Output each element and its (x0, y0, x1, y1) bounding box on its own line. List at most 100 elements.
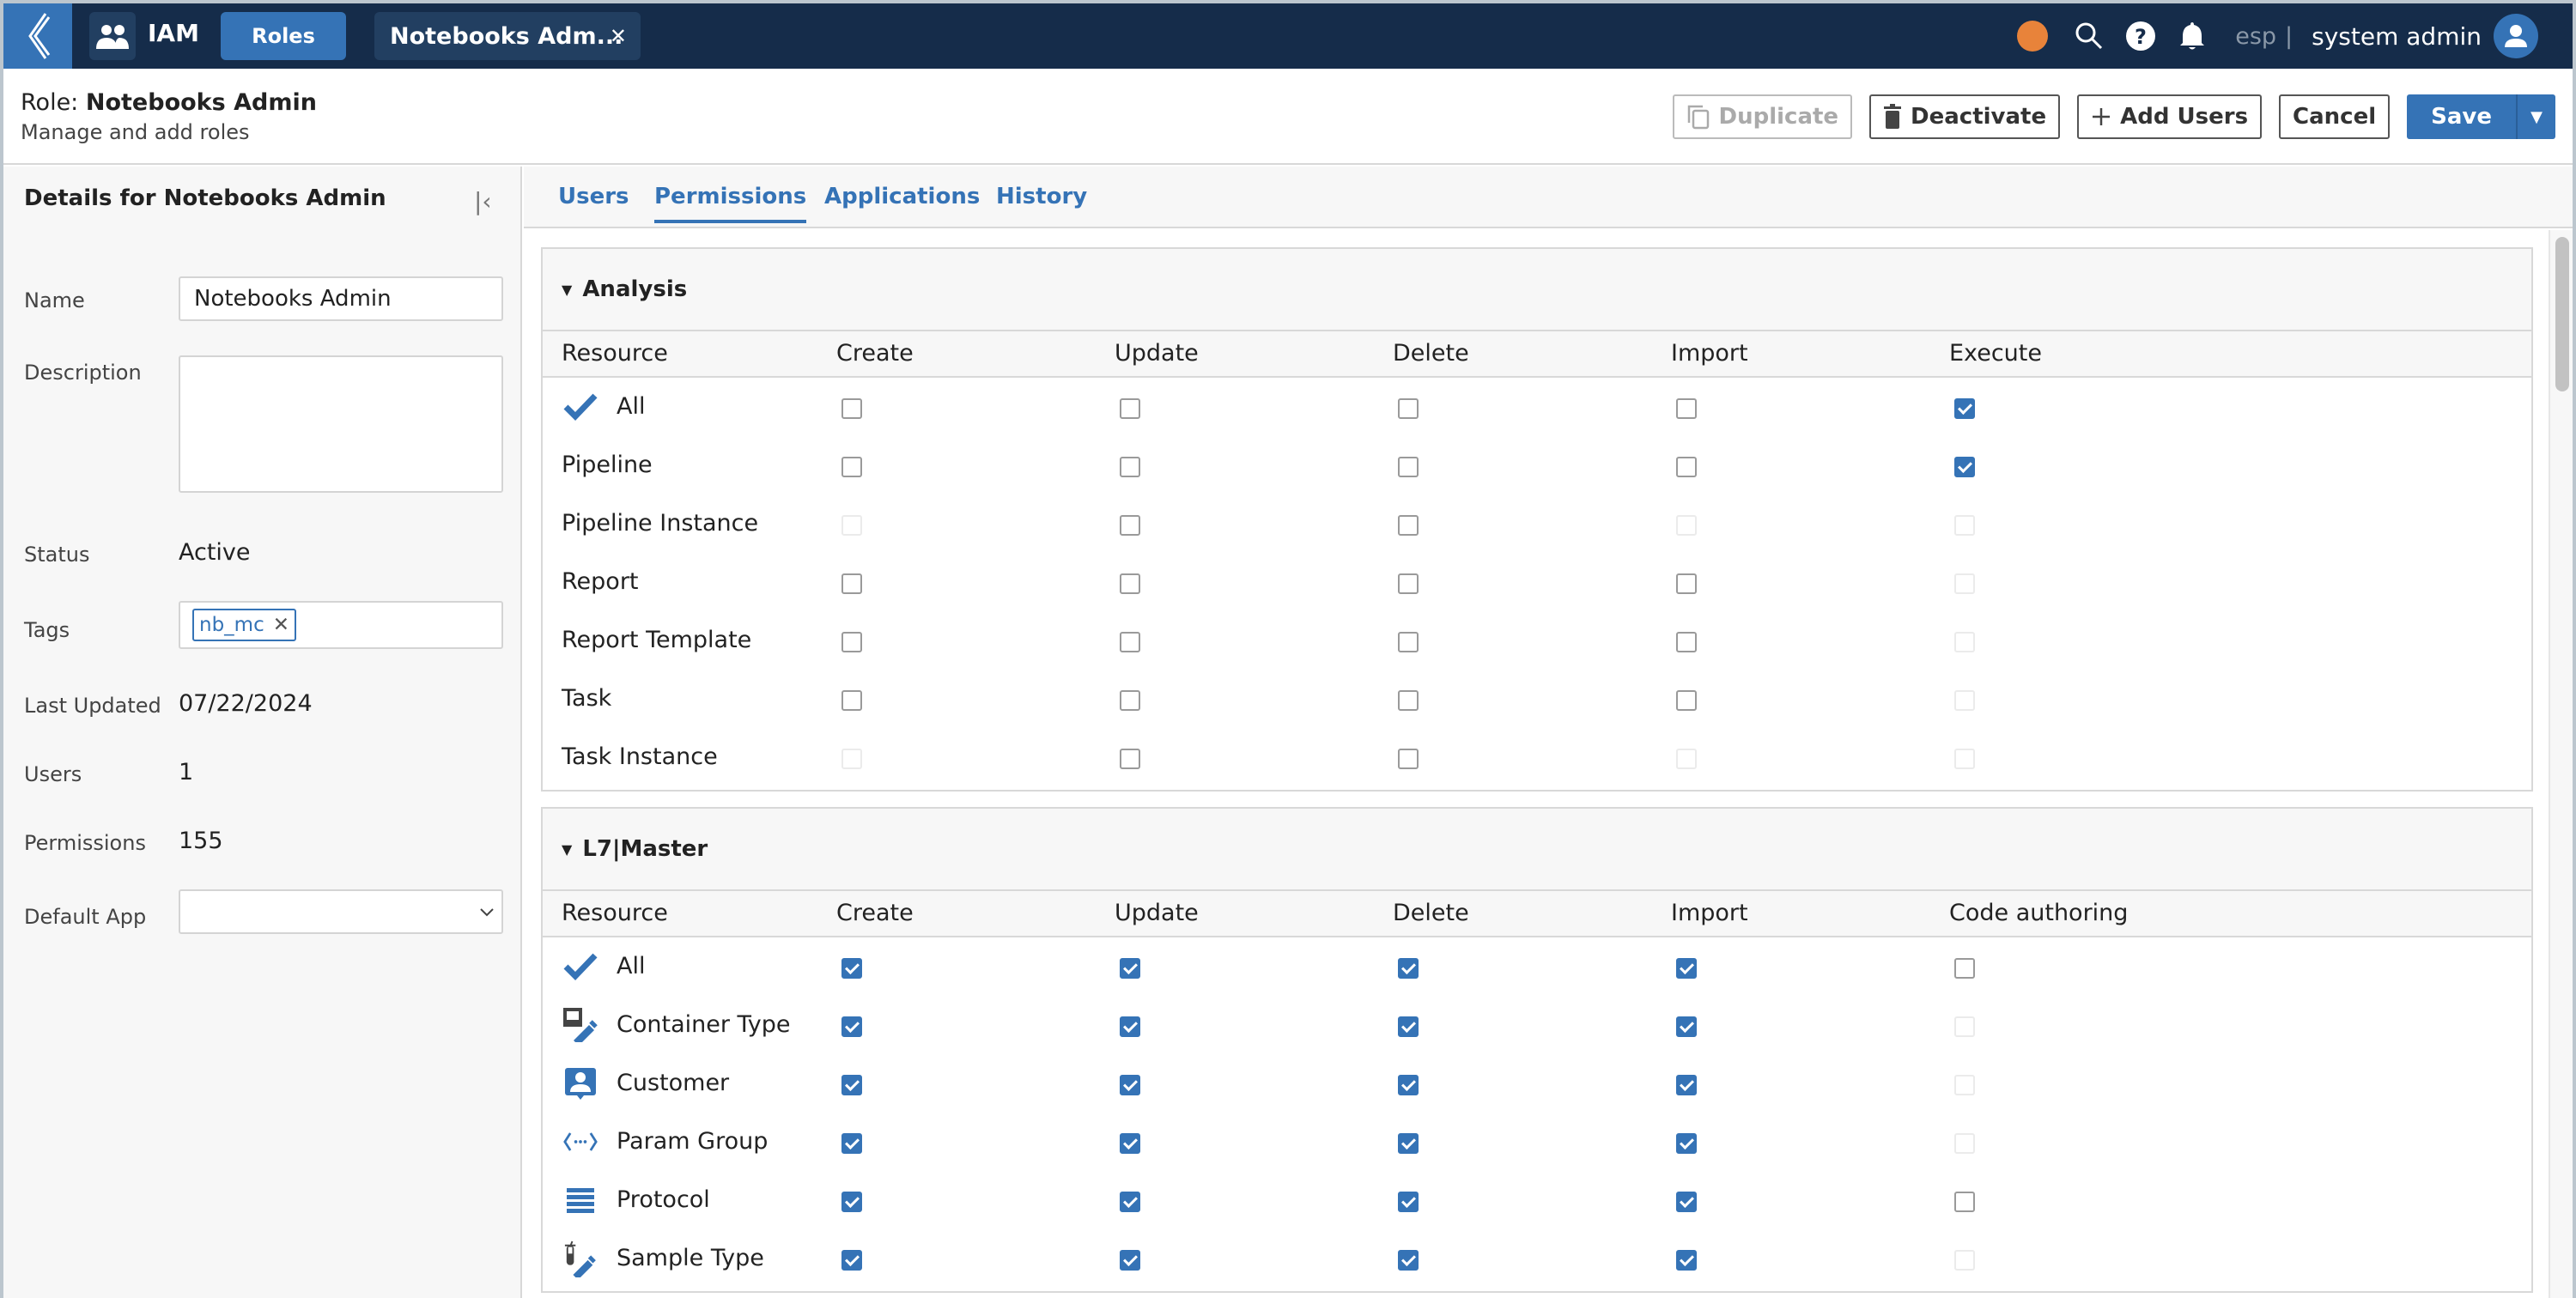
status-label: Status (24, 543, 90, 567)
permission-checkbox[interactable] (1676, 1250, 1697, 1271)
remove-tag-icon[interactable]: ✕ (273, 614, 289, 636)
cancel-button[interactable]: Cancel (2279, 94, 2391, 139)
permission-checkbox[interactable] (1398, 958, 1419, 979)
permission-checkbox[interactable] (1120, 1250, 1140, 1271)
permission-checkbox[interactable] (841, 573, 862, 594)
permission-checkbox[interactable] (1120, 457, 1140, 477)
tab-users[interactable]: Users (558, 184, 629, 220)
collapse-panel-button[interactable]: |‹ (474, 187, 492, 215)
permission-checkbox[interactable] (1398, 515, 1419, 536)
permission-checkbox[interactable] (841, 1192, 862, 1212)
permission-checkbox[interactable] (1120, 398, 1140, 419)
permission-checkbox[interactable] (1120, 515, 1140, 536)
permission-checkbox[interactable] (1676, 632, 1697, 652)
back-button[interactable] (3, 3, 72, 69)
permission-checkbox[interactable] (1120, 573, 1140, 594)
permission-checkbox[interactable] (841, 1075, 862, 1095)
permission-checkbox[interactable] (1954, 398, 1975, 419)
permission-checkbox[interactable] (841, 690, 862, 711)
permission-checkbox[interactable] (1676, 1192, 1697, 1212)
param-group-icon (563, 1125, 598, 1159)
name-input[interactable]: Notebooks Admin (179, 276, 503, 321)
permission-checkbox[interactable] (841, 398, 862, 419)
permission-checkbox[interactable] (1398, 1133, 1419, 1154)
tab-permissions[interactable]: Permissions (654, 184, 807, 223)
permission-checkbox[interactable] (1398, 1250, 1419, 1271)
permission-checkbox[interactable] (1398, 1192, 1419, 1212)
user-avatar[interactable] (2494, 14, 2538, 58)
tags-input[interactable]: nb_mc ✕ (179, 601, 503, 649)
content-scrollbar[interactable] (2549, 230, 2573, 1298)
save-options-button[interactable]: ▼ (2516, 94, 2555, 139)
permission-checkbox[interactable] (1120, 690, 1140, 711)
name-input-value: Notebooks Admin (194, 286, 392, 312)
description-textarea[interactable] (179, 355, 503, 493)
permission-checkbox[interactable] (1120, 1075, 1140, 1095)
save-button[interactable]: Save (2407, 94, 2516, 139)
permission-checkbox[interactable] (1120, 1133, 1140, 1154)
permission-checkbox[interactable] (1676, 457, 1697, 477)
permission-checkbox[interactable] (1954, 457, 1975, 477)
permission-checkbox[interactable] (1398, 1016, 1419, 1037)
permission-checkbox[interactable] (1676, 1133, 1697, 1154)
resource-label: Task (562, 685, 612, 712)
page-header: Role: Notebooks Admin Manage and add rol… (3, 69, 2573, 165)
permission-checkbox[interactable] (1398, 398, 1419, 419)
permission-checkbox[interactable] (1676, 398, 1697, 419)
permission-checkbox[interactable] (841, 1133, 862, 1154)
bell-icon (2180, 22, 2205, 50)
section-header[interactable]: ▼ Analysis (543, 249, 2531, 331)
permission-checkbox[interactable] (1676, 573, 1697, 594)
permission-checkbox[interactable] (1676, 1075, 1697, 1095)
permission-checkbox[interactable] (1398, 632, 1419, 652)
permission-checkbox[interactable] (841, 1250, 862, 1271)
default-app-select[interactable] (179, 889, 503, 934)
permission-checkbox[interactable] (841, 457, 862, 477)
permission-checkbox[interactable] (1676, 1016, 1697, 1037)
scrollbar-thumb[interactable] (2555, 237, 2569, 391)
permission-checkbox[interactable] (1954, 1192, 1975, 1212)
notifications-button[interactable] (2175, 19, 2209, 53)
permission-checkbox[interactable] (841, 632, 862, 652)
permission-checkbox (1676, 749, 1697, 769)
permission-checkbox[interactable] (841, 1016, 862, 1037)
permission-checkbox[interactable] (1676, 958, 1697, 979)
app-name: IAM (148, 19, 199, 47)
close-tab-icon[interactable]: ✕ (610, 24, 627, 48)
permission-checkbox[interactable] (1676, 690, 1697, 711)
open-role-tab[interactable]: Notebooks Adm... ✕ (374, 12, 641, 60)
permission-checkbox[interactable] (1954, 958, 1975, 979)
permission-checkbox[interactable] (1120, 632, 1140, 652)
permission-checkbox[interactable] (1398, 1075, 1419, 1095)
iam-app-button[interactable] (89, 12, 136, 60)
permission-checkbox (1954, 573, 1975, 594)
help-button[interactable]: ? (2123, 19, 2158, 53)
details-panel: Details for Notebooks Admin |‹ Name Note… (3, 167, 522, 1298)
title-prefix: Role: (21, 89, 79, 116)
permission-checkbox[interactable] (1398, 690, 1419, 711)
roles-module-tab[interactable]: Roles (221, 12, 346, 60)
permission-checkbox (1954, 1016, 1975, 1037)
section-title: L7|Master (582, 836, 708, 862)
user-name[interactable]: system admin (2312, 22, 2482, 51)
permission-checkbox[interactable] (1398, 749, 1419, 769)
column-header: Delete (1393, 900, 1469, 926)
permission-checkbox[interactable] (1120, 749, 1140, 769)
permission-checkbox[interactable] (1398, 573, 1419, 594)
permission-checkbox[interactable] (1398, 457, 1419, 477)
duplicate-button[interactable]: Duplicate (1672, 94, 1853, 139)
permission-checkbox[interactable] (1120, 958, 1140, 979)
permission-checkbox[interactable] (841, 958, 862, 979)
tab-history[interactable]: History (996, 184, 1087, 220)
search-button[interactable] (2072, 19, 2106, 53)
status-indicator[interactable] (2017, 21, 2049, 52)
deactivate-button[interactable]: Deactivate (1869, 94, 2061, 139)
permission-checkbox[interactable] (1120, 1016, 1140, 1037)
section-header[interactable]: ▼ L7|Master (543, 809, 2531, 891)
resource-label: Pipeline Instance (562, 510, 759, 537)
permission-checkbox[interactable] (1120, 1192, 1140, 1212)
add-users-button[interactable]: Add Users (2077, 94, 2263, 139)
svg-text:?: ? (2135, 25, 2147, 49)
people-icon (96, 25, 129, 49)
tab-applications[interactable]: Applications (824, 184, 980, 220)
